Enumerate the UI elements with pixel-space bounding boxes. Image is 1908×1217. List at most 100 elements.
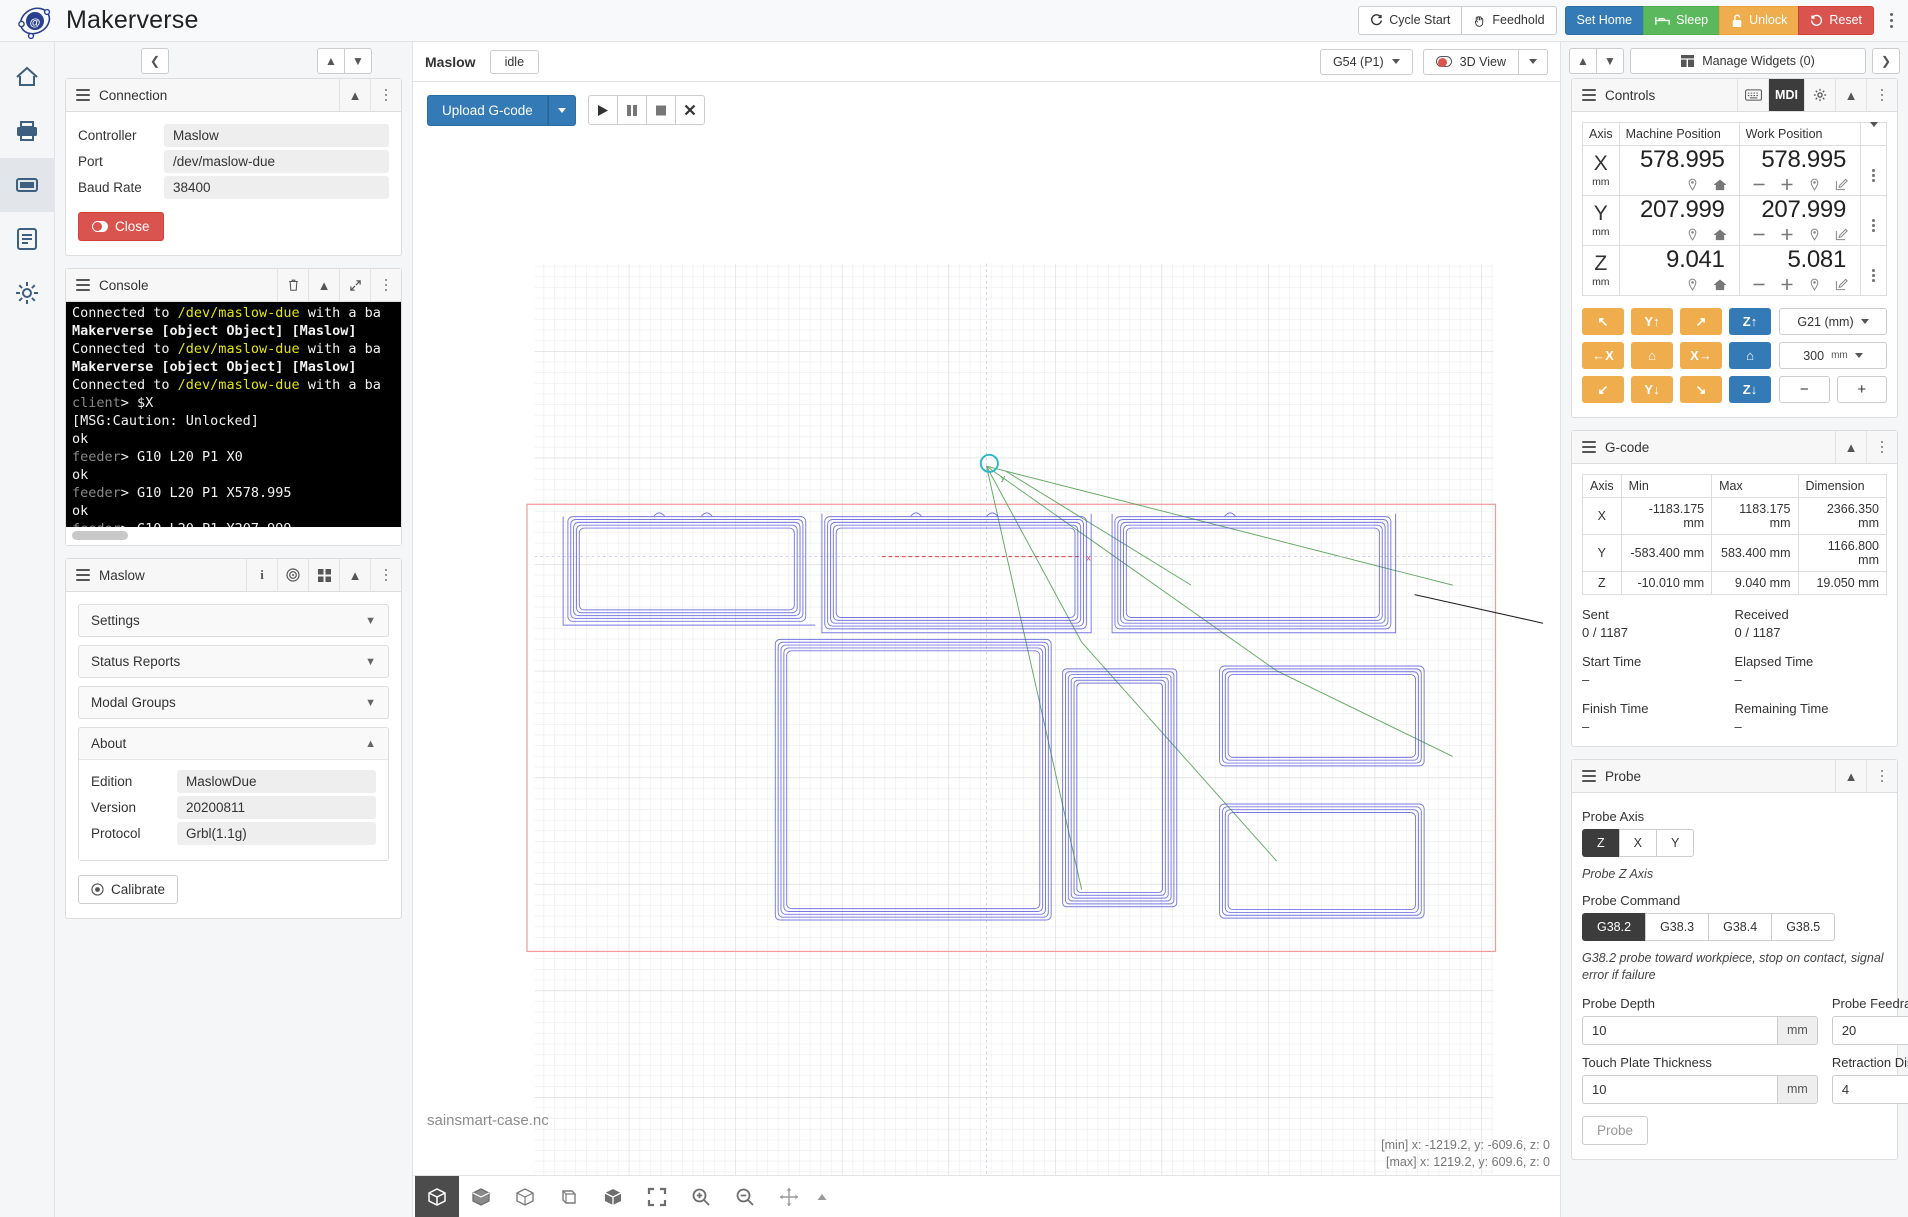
jog-distance-select[interactable]: 300 mm <box>1779 342 1887 369</box>
view-mode-dropdown[interactable] <box>1519 48 1548 75</box>
drag-handle-icon[interactable] <box>1582 768 1596 784</box>
sidebar-item-workspace-2[interactable] <box>0 158 55 212</box>
minus-icon[interactable] <box>1752 178 1766 191</box>
connection-menu-button[interactable] <box>370 79 401 111</box>
cube-iso-icon[interactable] <box>415 1175 459 1217</box>
drag-handle-icon[interactable] <box>76 567 90 583</box>
drag-handle-icon[interactable] <box>76 277 90 293</box>
edit-icon[interactable] <box>1835 178 1848 191</box>
jog-distance-decrease[interactable]: − <box>1779 376 1830 403</box>
connection-collapse-button[interactable]: ▲ <box>339 79 370 111</box>
wcs-select[interactable]: G54 (P1) <box>1319 48 1413 75</box>
jog-xy-down-left-button[interactable]: ↙ <box>1582 376 1624 403</box>
probe-command-g38-4[interactable]: G38.4 <box>1708 913 1773 941</box>
probe-axis-y[interactable]: Y <box>1655 829 1695 857</box>
toolpath-canvas[interactable]: x y <box>413 138 1560 1175</box>
right-expand-button[interactable]: ❯ <box>1872 48 1900 74</box>
probe-axis-z[interactable]: Z <box>1582 829 1620 857</box>
maslow-collapse-button[interactable]: ▲ <box>339 559 370 591</box>
accordion-modal-groups-header[interactable]: Modal Groups ▼ <box>79 687 388 718</box>
edit-icon[interactable] <box>1835 228 1848 241</box>
keypad-toggle-button[interactable] <box>1737 79 1768 111</box>
jog-xy-down-right-button[interactable]: ↘ <box>1680 376 1722 403</box>
upload-gcode-dropdown[interactable] <box>547 94 576 126</box>
controls-menu-button[interactable] <box>1866 79 1897 111</box>
panel-up-button[interactable]: ▲ <box>317 48 345 74</box>
controls-settings-button[interactable] <box>1804 79 1835 111</box>
go-home-icon[interactable] <box>1713 178 1727 191</box>
probe-collapse-button[interactable]: ▲ <box>1835 760 1866 792</box>
fit-screen-icon[interactable] <box>635 1176 679 1217</box>
accordion-settings-header[interactable]: Settings ▼ <box>79 605 388 636</box>
gcode-visualizer[interactable]: x y sainsmart-case.nc [min] x: -1219.2, … <box>413 138 1560 1175</box>
probe-menu-button[interactable] <box>1866 760 1897 792</box>
reset-button[interactable]: Reset <box>1798 6 1874 35</box>
probe-command-g38-3[interactable]: G38.3 <box>1645 913 1710 941</box>
zoom-in-icon[interactable] <box>679 1176 723 1217</box>
drag-handle-icon[interactable] <box>1582 439 1596 455</box>
calibrate-button[interactable]: Calibrate <box>78 875 179 904</box>
drag-handle-icon[interactable] <box>76 87 90 103</box>
kebab-menu-icon[interactable] <box>1882 9 1900 32</box>
sidebar-item-home[interactable] <box>0 50 55 104</box>
console-clear-button[interactable] <box>277 269 308 301</box>
sleep-button[interactable]: Sleep <box>1643 6 1721 35</box>
touch-plate-thickness-input[interactable] <box>1582 1075 1777 1104</box>
jog-xy-up-right-button[interactable]: ↗ <box>1680 308 1722 335</box>
accordion-about-header[interactable]: About ▲ <box>79 728 388 759</box>
controls-collapse-button[interactable]: ▲ <box>1835 79 1866 111</box>
close-connection-button[interactable]: Close <box>78 212 164 241</box>
minus-icon[interactable] <box>1752 278 1766 291</box>
close-gcode-button[interactable] <box>674 95 705 125</box>
probe-depth-input[interactable] <box>1582 1016 1777 1045</box>
set-machine-zero-icon[interactable] <box>1686 178 1699 191</box>
probe-feedrate-input[interactable] <box>1831 1016 1908 1045</box>
view-mode-toggle[interactable]: 3D View <box>1422 48 1519 75</box>
jog-y-plus-button[interactable]: Y↑ <box>1631 308 1673 335</box>
upload-gcode-button[interactable]: Upload G-code <box>427 94 548 126</box>
go-home-icon[interactable] <box>1713 278 1727 291</box>
probe-button[interactable]: Probe <box>1582 1116 1649 1145</box>
play-button[interactable] <box>587 95 618 125</box>
gcode-menu-button[interactable] <box>1866 431 1897 463</box>
right-down-button[interactable]: ▼ <box>1596 48 1624 74</box>
axis-row-menu[interactable] <box>1860 145 1887 196</box>
right-up-button[interactable]: ▲ <box>1569 48 1597 74</box>
jog-distance-increase[interactable]: + <box>1836 376 1887 403</box>
panel-collapse-button[interactable]: ❮ <box>141 48 169 74</box>
sidebar-item-settings[interactable] <box>0 266 55 320</box>
set-work-zero-icon[interactable] <box>1808 278 1821 291</box>
jog-z-minus-button[interactable]: Z↓ <box>1729 376 1771 403</box>
maslow-menu-button[interactable] <box>370 559 401 591</box>
jog-z-home-button[interactable]: ⌂ <box>1729 342 1771 369</box>
jog-x-minus-button[interactable]: ←X <box>1582 342 1624 369</box>
feedhold-button[interactable]: Feedhold <box>1461 6 1557 35</box>
axis-row-menu[interactable] <box>1860 245 1887 296</box>
pause-button[interactable] <box>616 95 647 125</box>
set-machine-zero-icon[interactable] <box>1686 278 1699 291</box>
probe-axis-x[interactable]: X <box>1618 829 1657 857</box>
units-select[interactable]: G21 (mm) <box>1779 308 1887 335</box>
cycle-start-button[interactable]: Cycle Start <box>1358 6 1463 35</box>
pan-icon[interactable] <box>767 1176 811 1217</box>
cube-right-icon[interactable] <box>547 1176 591 1217</box>
cube-front-icon[interactable] <box>459 1176 503 1217</box>
unlock-button[interactable]: Unlock <box>1719 6 1800 35</box>
panel-down-button[interactable]: ▼ <box>344 48 372 74</box>
stop-button[interactable] <box>645 95 676 125</box>
probe-command-g38-2[interactable]: G38.2 <box>1582 913 1647 941</box>
edit-icon[interactable] <box>1835 278 1848 291</box>
cube-3d-icon[interactable] <box>591 1176 635 1217</box>
maslow-grid-button[interactable] <box>308 559 339 591</box>
drag-handle-icon[interactable] <box>1582 87 1596 103</box>
plus-icon[interactable] <box>1780 228 1794 241</box>
axis-row-menu[interactable] <box>1860 195 1887 246</box>
set-machine-zero-icon[interactable] <box>1686 228 1699 241</box>
console-expand-button[interactable] <box>339 269 370 301</box>
console-output[interactable]: Connected to /dev/maslow-due with a ba Ma… <box>66 302 401 527</box>
col-menu[interactable] <box>1860 122 1887 146</box>
jog-z-plus-button[interactable]: Z↑ <box>1729 308 1771 335</box>
console-scroll-thumb[interactable] <box>72 531 128 540</box>
cube-top-icon[interactable] <box>503 1176 547 1217</box>
sidebar-item-workspace-1[interactable] <box>0 104 55 158</box>
